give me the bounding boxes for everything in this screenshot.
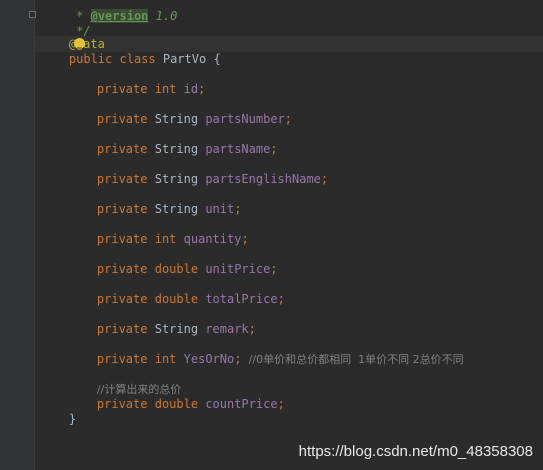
class-declaration-line: public class PartVo { bbox=[40, 37, 221, 66]
field-line: private String partsNumber; bbox=[68, 97, 292, 126]
field-line: private int YesOrNo; //0单价和总价都相同 1单价不同 2… bbox=[68, 337, 464, 366]
private-keyword: private bbox=[96, 112, 148, 126]
field-name: unitPrice bbox=[205, 262, 271, 276]
field-name: remark bbox=[205, 322, 249, 336]
field-name: countPrice bbox=[205, 397, 278, 411]
doc-tag-version: @version bbox=[90, 9, 149, 23]
private-keyword: private bbox=[96, 322, 148, 336]
field-type: String bbox=[154, 112, 199, 126]
private-keyword: private bbox=[96, 262, 148, 276]
semicolon: ; bbox=[241, 232, 249, 246]
semicolon: ; bbox=[270, 142, 278, 156]
fold-marker-icon[interactable] bbox=[29, 11, 36, 18]
field-type: String bbox=[154, 142, 199, 156]
semicolon: ; bbox=[234, 202, 242, 216]
semicolon: ; bbox=[320, 172, 329, 186]
semicolon: ; bbox=[234, 352, 242, 366]
field-type: double bbox=[154, 397, 199, 411]
private-keyword: private bbox=[96, 292, 148, 306]
field-line: private double unitPrice; bbox=[68, 247, 278, 276]
code-editor[interactable]: * @version 1.0 */ @ ata public class Part… bbox=[0, 0, 543, 470]
private-keyword: private bbox=[96, 352, 148, 366]
field-line: private String remark; bbox=[68, 307, 256, 336]
yesorno-comment: //0单价和总价都相同 1单价不同 2总价不同 bbox=[248, 353, 464, 366]
doc-comment-version-line: * @version 1.0 bbox=[40, 0, 177, 23]
field-name: partsEnglishName bbox=[205, 172, 321, 186]
field-name: unit bbox=[205, 202, 235, 216]
annotation-line: @ ata bbox=[40, 22, 105, 51]
line-gutter bbox=[0, 0, 34, 470]
private-keyword: private bbox=[96, 172, 148, 186]
field-name: totalPrice bbox=[205, 292, 278, 306]
doc-version-value: 1.0 bbox=[148, 9, 178, 23]
private-keyword: private bbox=[96, 232, 148, 246]
field-type: String bbox=[154, 322, 199, 336]
open-brace: { bbox=[213, 52, 221, 66]
private-keyword: private bbox=[96, 82, 148, 96]
private-keyword: private bbox=[96, 142, 148, 156]
field-line: private double totalPrice; bbox=[68, 277, 285, 306]
class-name: PartVo bbox=[162, 52, 207, 66]
field-name: partsNumber bbox=[205, 112, 285, 126]
public-keyword: public bbox=[68, 52, 113, 66]
close-brace-line: } bbox=[40, 397, 76, 426]
count-comment-line: //计算出来的总价 bbox=[68, 367, 181, 396]
semicolon: ; bbox=[277, 292, 285, 306]
semicolon: ; bbox=[198, 82, 206, 96]
field-line: private double countPrice; bbox=[68, 382, 285, 411]
field-type: int bbox=[154, 232, 177, 246]
semicolon: ; bbox=[284, 112, 293, 126]
gutter-divider bbox=[34, 0, 35, 470]
field-name: YesOrNo bbox=[183, 352, 235, 366]
field-type: String bbox=[154, 172, 199, 186]
field-type: double bbox=[154, 292, 199, 306]
private-keyword: private bbox=[96, 202, 148, 216]
field-line: private String unit; bbox=[68, 187, 242, 216]
private-keyword: private bbox=[96, 397, 148, 411]
field-line: private int id; bbox=[68, 67, 205, 96]
field-name: partsName bbox=[205, 142, 271, 156]
close-brace: } bbox=[68, 412, 77, 426]
class-keyword: class bbox=[119, 52, 156, 66]
field-line: private int quantity; bbox=[68, 217, 249, 246]
field-type: double bbox=[154, 262, 199, 276]
field-type: int bbox=[154, 82, 177, 96]
semicolon: ; bbox=[277, 397, 285, 411]
field-name: id bbox=[183, 82, 199, 96]
watermark-url: https://blog.csdn.net/m0_48358308 bbox=[298, 443, 533, 460]
field-name: quantity bbox=[183, 232, 242, 246]
field-type: int bbox=[154, 352, 177, 366]
semicolon: ; bbox=[248, 322, 256, 336]
field-line: private String partsName; bbox=[68, 127, 278, 156]
field-line: private String partsEnglishName; bbox=[68, 157, 328, 186]
semicolon: ; bbox=[270, 262, 278, 276]
field-type: String bbox=[154, 202, 199, 216]
